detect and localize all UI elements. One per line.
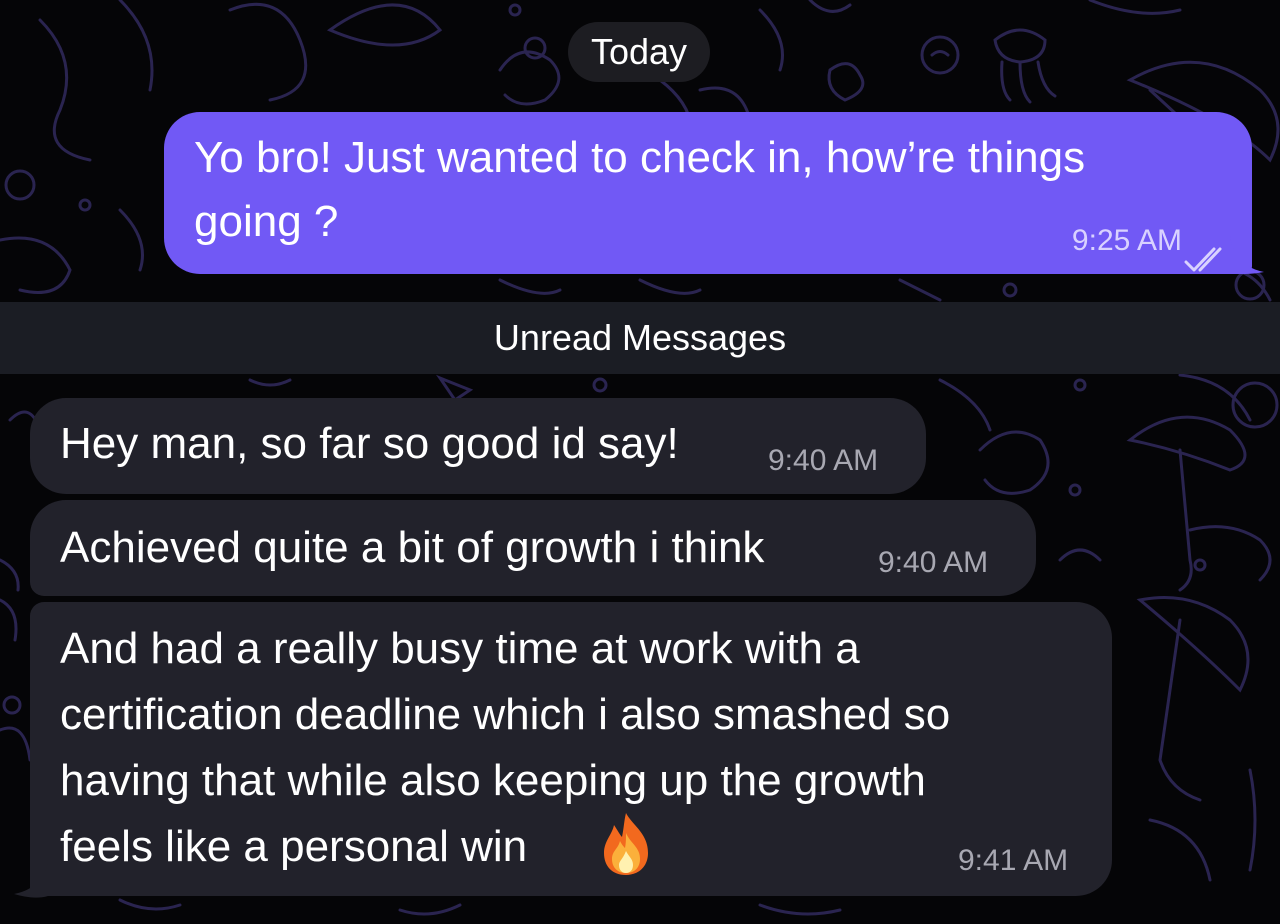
outgoing-bubble-tail — [1230, 236, 1264, 274]
message-timestamp: 9:25 AM — [1071, 224, 1182, 257]
message-text: Achieved quite a bit of growth i think — [60, 523, 765, 572]
date-separator: Today — [568, 22, 710, 82]
unread-messages-divider: Unread Messages — [0, 302, 1280, 374]
incoming-bubble-tail — [14, 860, 48, 898]
incoming-message-bubble[interactable]: Achieved quite a bit of growth i think 9… — [30, 500, 1036, 596]
message-text: And had a really busy time at work with … — [60, 616, 950, 880]
message-timestamp: 9:41 AM — [958, 844, 1069, 877]
message-text: Yo bro! Just wanted to check in, how’re … — [194, 126, 1085, 254]
double-check-icon — [1184, 228, 1230, 292]
message-timestamp: 9:40 AM — [878, 546, 989, 579]
message-line: certification deadline which i also smas… — [60, 690, 951, 739]
message-timestamp: 9:40 AM — [768, 444, 879, 477]
message-line: Yo bro! Just wanted to check in, how’re … — [194, 133, 1086, 182]
message-text: Hey man, so far so good id say! — [60, 419, 679, 468]
message-line: feels like a personal win — [60, 822, 528, 871]
fire-emoji — [604, 813, 648, 875]
chat-screen: Today Yo bro! Just wanted to check in, h… — [0, 0, 1280, 924]
incoming-message-bubble[interactable]: Hey man, so far so good id say! 9:40 AM — [30, 398, 926, 494]
incoming-message-bubble[interactable]: And had a really busy time at work with … — [30, 602, 1112, 896]
outgoing-message-bubble[interactable]: Yo bro! Just wanted to check in, how’re … — [164, 112, 1252, 274]
message-line: having that while also keeping up the gr… — [60, 756, 926, 805]
message-line: going ? — [194, 197, 339, 246]
message-line: And had a really busy time at work with … — [60, 624, 860, 673]
